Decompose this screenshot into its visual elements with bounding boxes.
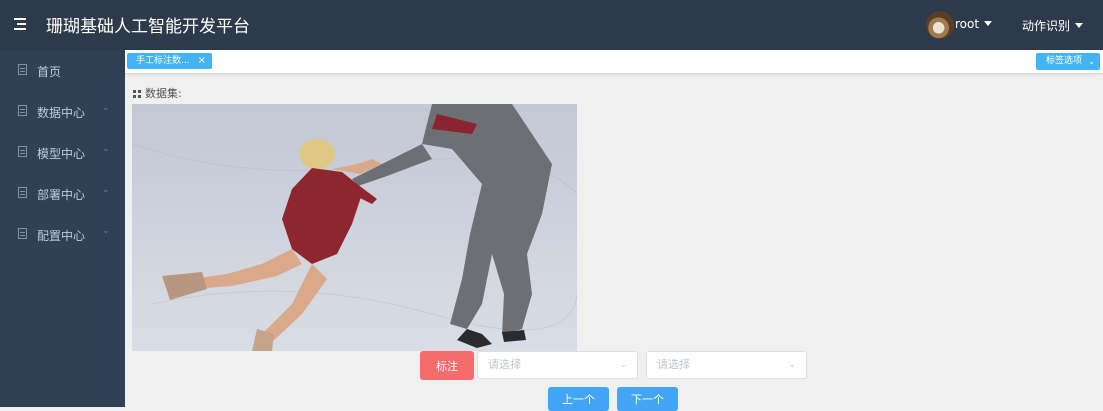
document-icon — [18, 228, 27, 239]
dataset-label-text: 数据集: — [145, 87, 182, 100]
chevron-down-icon: ⌄ — [788, 360, 796, 370]
select-placeholder: 请选择 — [657, 358, 690, 371]
sidebar-item-label: 首页 — [37, 65, 62, 79]
action-recognition-menu[interactable]: 动作识别 — [1022, 17, 1084, 34]
document-icon — [18, 105, 27, 116]
chevron-down-icon: ⌄ — [102, 144, 110, 154]
sidebar-item-label: 部署中心 — [37, 188, 86, 202]
action-menu-label: 动作识别 — [1022, 19, 1071, 33]
tab-label: 手工标注数... — [136, 56, 190, 66]
document-icon — [18, 64, 27, 75]
sidebar: 首页 数据中心 ⌄ 模型中心 ⌄ 部署中心 ⌄ 配置中心 ⌄ — [0, 50, 125, 407]
chevron-down-icon: ⌄ — [619, 360, 627, 370]
menu-fold-icon[interactable] — [14, 17, 28, 31]
sidebar-item-model-center[interactable]: 模型中心 ⌄ — [0, 132, 125, 172]
tab-manual-annotation[interactable]: 手工标注数... × — [127, 53, 212, 69]
user-name: root — [955, 17, 980, 31]
prev-button[interactable]: 上一个 — [548, 387, 609, 411]
user-menu[interactable]: root — [955, 17, 993, 31]
sidebar-item-config-center[interactable]: 配置中心 ⌄ — [0, 214, 125, 254]
sidebar-item-label: 配置中心 — [37, 229, 86, 243]
document-icon — [18, 187, 27, 198]
caret-down-icon — [984, 21, 993, 26]
app-title: 珊瑚基础人工智能开发平台 — [46, 17, 250, 37]
user-avatar[interactable] — [926, 11, 954, 39]
tags-view-bar: 手工标注数... × 标签选项 ⌄ — [125, 50, 1103, 74]
grid-icon — [133, 90, 141, 98]
top-header: 珊瑚基础人工智能开发平台 root 动作识别 — [0, 0, 1103, 50]
sidebar-item-label: 模型中心 — [37, 147, 86, 161]
annotation-image — [132, 104, 577, 351]
chevron-down-icon: ⌄ — [102, 185, 110, 195]
caret-down-icon — [1075, 23, 1084, 28]
mark-button[interactable]: 标注 — [420, 351, 474, 380]
sidebar-item-deploy-center[interactable]: 部署中心 ⌄ — [0, 173, 125, 213]
figure-skating-pair-photo — [132, 104, 577, 351]
label-select-2[interactable]: 请选择 ⌄ — [646, 351, 807, 379]
document-icon — [18, 146, 27, 157]
chevron-down-icon: ⌄ — [1088, 57, 1095, 66]
tag-options-button[interactable]: 标签选项 ⌄ — [1036, 53, 1100, 70]
sidebar-item-label: 数据中心 — [37, 106, 86, 120]
sidebar-item-data-center[interactable]: 数据中心 ⌄ — [0, 91, 125, 131]
dataset-label: 数据集: — [133, 85, 182, 101]
select-placeholder: 请选择 — [488, 358, 521, 371]
close-icon[interactable]: × — [198, 53, 206, 69]
label-select-1[interactable]: 请选择 ⌄ — [477, 351, 638, 379]
chevron-down-icon: ⌄ — [102, 103, 110, 113]
tag-options-label: 标签选项 — [1046, 56, 1083, 66]
next-button[interactable]: 下一个 — [617, 387, 678, 411]
chevron-down-icon: ⌄ — [102, 226, 110, 236]
sidebar-item-home[interactable]: 首页 — [0, 50, 125, 90]
